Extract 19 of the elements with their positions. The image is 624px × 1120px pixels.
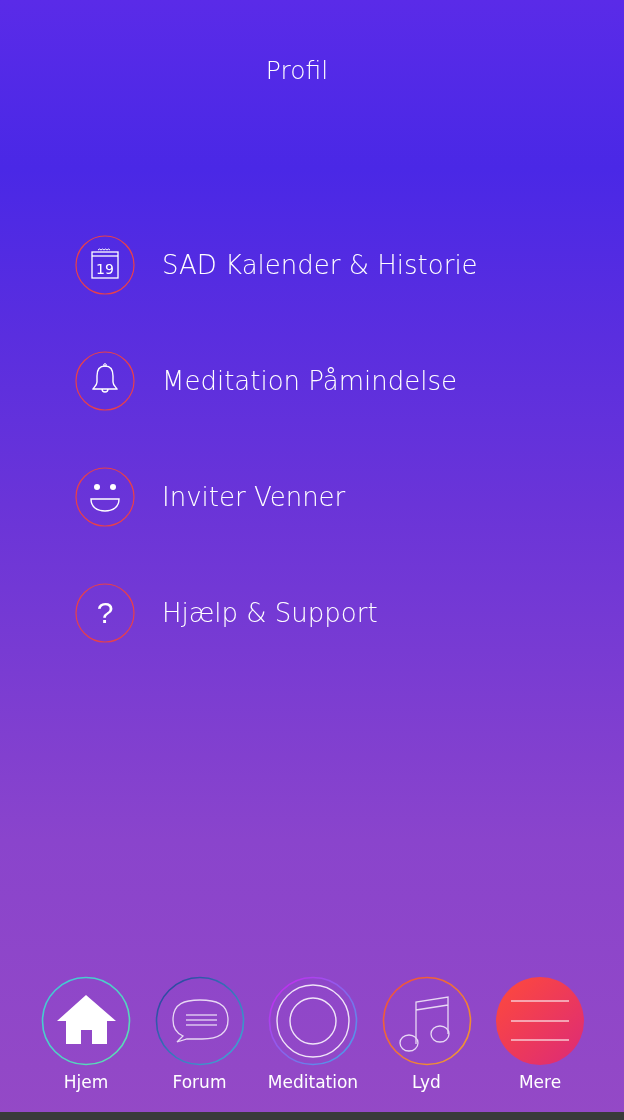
tab-button[interactable]: Mere (490, 976, 590, 1092)
bell-icon[interactable] (75, 351, 135, 411)
forum-icon (154, 976, 245, 1066)
menu-item-label[interactable]: SAD Kalender & Historie (162, 250, 478, 280)
calendar-icon[interactable]: 19 (75, 235, 135, 295)
tab-button[interactable]: Meditation (263, 976, 363, 1092)
menu-item-label[interactable]: Hjælp & Support (162, 598, 378, 628)
meditation-icon (268, 976, 358, 1066)
music-icon (381, 976, 472, 1066)
smile-icon[interactable] (75, 467, 135, 527)
tab-button[interactable]: Lyd (376, 976, 477, 1092)
page-title: Profil (265, 56, 329, 85)
menu-icon (495, 976, 585, 1066)
home-icon (41, 976, 131, 1066)
tab-button[interactable]: Forum (149, 976, 250, 1092)
help-icon[interactable]: ? (75, 583, 135, 643)
tab-button[interactable]: Hjem (36, 976, 136, 1092)
menu-item-label[interactable]: Meditation Påmindelse (162, 366, 458, 396)
menu-item-label[interactable]: Inviter Venner (162, 482, 346, 512)
